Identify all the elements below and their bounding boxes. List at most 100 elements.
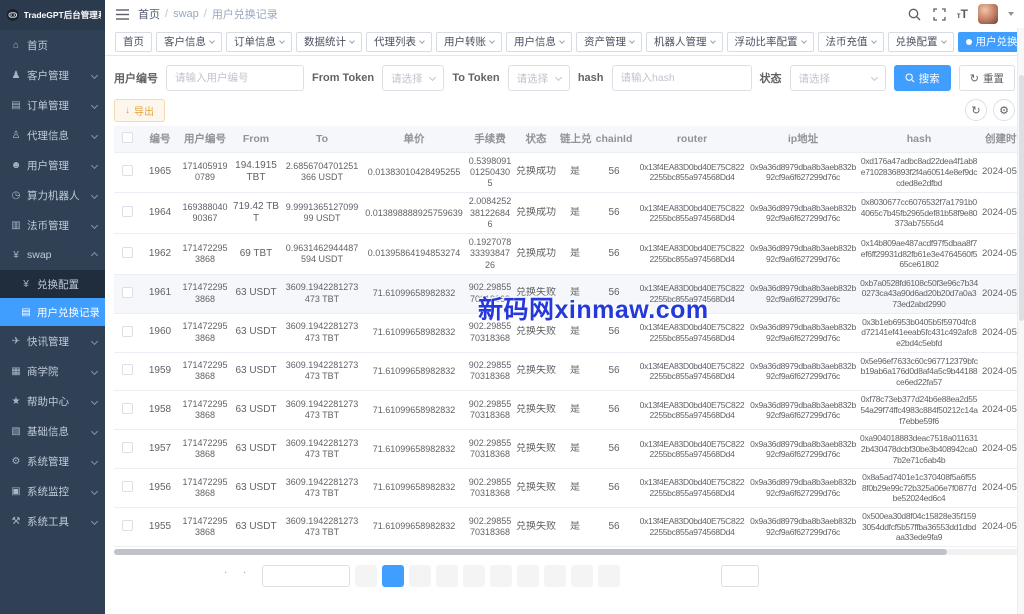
tab-机器人管理[interactable]: 机器人管理 (646, 32, 723, 52)
tab-浮动比率配置[interactable]: 浮动比率配置 (727, 32, 814, 52)
row-checkbox[interactable] (122, 287, 133, 298)
sidebar-item-academy[interactable]: ▦商学院 (0, 356, 105, 386)
cell-hash: 0x500ea30d8f04c15828e35f1593054ddfcf5b57… (858, 508, 980, 547)
row-checkbox[interactable] (122, 247, 133, 258)
row-checkbox[interactable] (122, 165, 133, 176)
page-button[interactable] (544, 565, 566, 587)
cell-chain_id: 56 (592, 508, 636, 547)
sidebar-item-agents[interactable]: ♙代理信息 (0, 120, 105, 150)
cell-value: 0x9a36d8979dba8b3aeb832b92cf9a6f627299d7… (750, 203, 856, 224)
fullscreen-icon[interactable] (932, 7, 947, 22)
to-token-select[interactable]: 请选择 (508, 65, 570, 91)
column-header: ip地址 (748, 126, 858, 152)
row-checkbox[interactable] (122, 481, 133, 492)
user-id-input[interactable] (166, 65, 304, 91)
sidebar-item-home[interactable]: ⌂首页 (0, 30, 105, 60)
reset-button[interactable]: ↻ 重置 (959, 65, 1015, 91)
row-checkbox[interactable] (122, 206, 133, 217)
sidebar-item-tools[interactable]: ⚒系统工具 (0, 506, 105, 536)
breadcrumb-item[interactable]: 用户兑换记录 (212, 6, 278, 22)
page-scrollbar-thumb[interactable] (1019, 75, 1024, 321)
cell-value: 1714059190789 (182, 161, 228, 184)
sidebar-item-basic[interactable]: ▧基础信息 (0, 416, 105, 446)
page-button[interactable] (436, 565, 458, 587)
font-size-icon[interactable]: тT (957, 7, 968, 21)
page-button[interactable] (490, 565, 512, 587)
sidebar-item-customers[interactable]: ♟客户管理 (0, 60, 105, 90)
sidebar-item-label: 算力机器人 (27, 188, 87, 203)
horizontal-scrollbar[interactable] (114, 549, 1019, 555)
status-select[interactable]: 请选择 (790, 65, 886, 91)
tab-用户兑换记录[interactable]: 用户兑换记录× (958, 32, 1024, 52)
cell-user: 1714722953868 (180, 274, 230, 313)
breadcrumb-separator: / (165, 8, 168, 20)
from-token-select[interactable]: 请选择 (382, 65, 444, 91)
select-all-checkbox[interactable] (122, 132, 133, 143)
tab-用户信息[interactable]: 用户信息 (506, 32, 572, 52)
tab-用户转账[interactable]: 用户转账 (436, 32, 502, 52)
collapse-sidebar-icon[interactable] (115, 7, 130, 22)
sidebar-item-users[interactable]: ☻用户管理 (0, 150, 105, 180)
search-icon[interactable] (907, 7, 922, 22)
sidebar-item-swap-records[interactable]: ▤用户兑换记录 (0, 298, 105, 326)
column-header: 创建时间 (980, 126, 1019, 152)
row-checkbox[interactable] (122, 442, 133, 453)
export-button[interactable]: ↓ 导出 (114, 99, 165, 122)
tab-首页[interactable]: 首页 (115, 32, 152, 52)
cell-onchain: 是 (558, 193, 592, 234)
cell-select (114, 152, 140, 193)
row-checkbox[interactable] (122, 520, 133, 531)
sidebar-item-news[interactable]: ✈快讯管理 (0, 326, 105, 356)
sidebar-item-orders[interactable]: ▤订单管理 (0, 90, 105, 120)
search-button-label: 搜索 (919, 71, 940, 86)
row-checkbox[interactable] (122, 326, 133, 337)
search-button[interactable]: 搜索 (894, 65, 951, 91)
page-jump-input[interactable] (721, 565, 759, 587)
chevron-down-icon (629, 38, 635, 44)
sidebar-item-robots[interactable]: ◷算力机器人 (0, 180, 105, 210)
scrollbar-thumb[interactable] (114, 549, 947, 555)
help-icon: ★ (10, 396, 22, 407)
cell-ip: 0x9a36d8979dba8b3aeb832b92cf9a6f627299d7… (748, 274, 858, 313)
user-avatar[interactable] (978, 4, 998, 24)
page-button[interactable] (598, 565, 620, 587)
sidebar-item-monitor[interactable]: ▣系统监控 (0, 476, 105, 506)
breadcrumb-item[interactable]: swap (173, 8, 199, 20)
tab-客户信息[interactable]: 客户信息 (156, 32, 222, 52)
sidebar-item-swap-config[interactable]: ¥兑换配置 (0, 270, 105, 298)
breadcrumb-item[interactable]: 首页 (138, 6, 160, 22)
tab-订单信息[interactable]: 订单信息 (226, 32, 292, 52)
tab-资产管理[interactable]: 资产管理 (576, 32, 642, 52)
page-button[interactable] (463, 565, 485, 587)
page-button[interactable] (571, 565, 593, 587)
search-icon (905, 73, 915, 83)
navbar-actions: тT (907, 4, 1014, 24)
page-scrollbar[interactable] (1017, 28, 1024, 614)
page-button[interactable] (409, 565, 431, 587)
chevron-down-icon (91, 427, 98, 434)
refresh-table-icon[interactable]: ↻ (965, 99, 987, 121)
page-size-select[interactable] (262, 565, 350, 587)
sidebar-item-system[interactable]: ⚙系统管理 (0, 446, 105, 476)
sidebar-item-fiat[interactable]: ▥法币管理 (0, 210, 105, 240)
page-button[interactable] (355, 565, 377, 587)
page-button-active[interactable] (382, 565, 404, 587)
row-checkbox[interactable] (122, 403, 133, 414)
tab-兑换配置[interactable]: 兑换配置 (888, 32, 954, 52)
row-checkbox[interactable] (122, 364, 133, 375)
cell-created: 2024-05-05 14:22:36 (980, 430, 1019, 469)
sidebar-item-help[interactable]: ★帮助中心 (0, 386, 105, 416)
page-button[interactable] (517, 565, 539, 587)
cell-hash: 0xf78c73eb377d24b6e88ea2d5554a29f74ffc49… (858, 391, 980, 430)
sidebar-item-swap[interactable]: ¥swap (0, 240, 105, 270)
hash-input[interactable] (612, 65, 752, 91)
cell-value: 1961 (142, 287, 178, 300)
tab-法币充值[interactable]: 法币充值 (818, 32, 884, 52)
tab-数据统计[interactable]: 数据统计 (296, 32, 362, 52)
cell-to: 3609.1942281273473 TBT (282, 469, 362, 508)
cell-value: 是 (560, 404, 590, 417)
cell-hash: 0x8a5ad7401e1c370408f5a6f558f0b29e99c72b… (858, 469, 980, 508)
column-settings-icon[interactable]: ⚙ (993, 99, 1015, 121)
tab-代理列表[interactable]: 代理列表 (366, 32, 432, 52)
user-menu-caret-icon[interactable] (1008, 12, 1014, 16)
